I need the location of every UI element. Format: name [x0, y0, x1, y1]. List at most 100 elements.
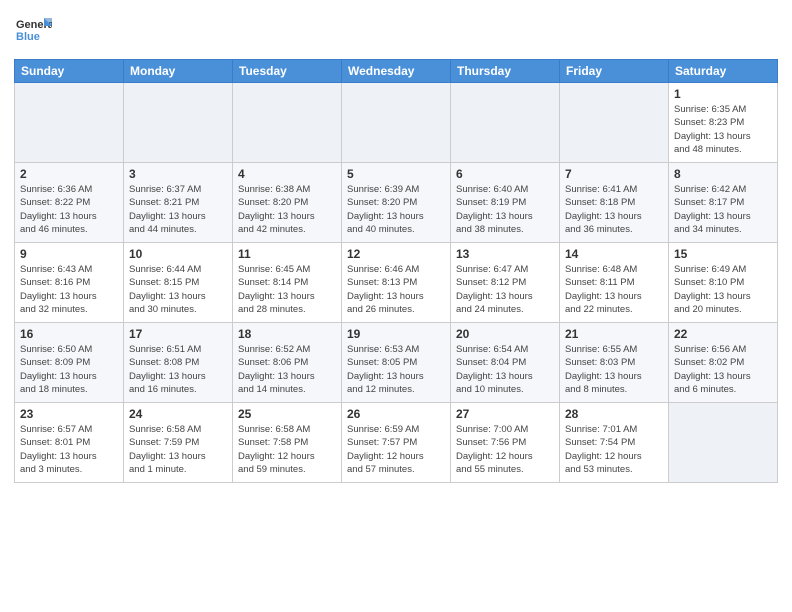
day-number: 28: [565, 407, 663, 421]
day-number: 17: [129, 327, 227, 341]
calendar-cell: 4 Sunrise: 6:38 AM Sunset: 8:20 PM Daylig…: [233, 163, 342, 243]
day-number: 1: [674, 87, 772, 101]
calendar-cell: [451, 83, 560, 163]
day-number: 27: [456, 407, 554, 421]
calendar-week-1: 1 Sunrise: 6:35 AM Sunset: 8:23 PM Daylig…: [15, 83, 778, 163]
col-header-sunday: Sunday: [15, 60, 124, 83]
day-detail: Sunrise: 6:54 AM Sunset: 8:04 PM Dayligh…: [456, 343, 554, 396]
day-detail: Sunrise: 6:56 AM Sunset: 8:02 PM Dayligh…: [674, 343, 772, 396]
col-header-friday: Friday: [560, 60, 669, 83]
day-number: 24: [129, 407, 227, 421]
day-number: 5: [347, 167, 445, 181]
day-number: 15: [674, 247, 772, 261]
day-detail: Sunrise: 6:42 AM Sunset: 8:17 PM Dayligh…: [674, 183, 772, 236]
calendar-cell: 21 Sunrise: 6:55 AM Sunset: 8:03 PM Dayli…: [560, 323, 669, 403]
day-number: 2: [20, 167, 118, 181]
calendar-cell: 7 Sunrise: 6:41 AM Sunset: 8:18 PM Daylig…: [560, 163, 669, 243]
day-detail: Sunrise: 6:45 AM Sunset: 8:14 PM Dayligh…: [238, 263, 336, 316]
day-detail: Sunrise: 6:39 AM Sunset: 8:20 PM Dayligh…: [347, 183, 445, 236]
calendar-cell: 17 Sunrise: 6:51 AM Sunset: 8:08 PM Dayli…: [124, 323, 233, 403]
calendar-cell: 24 Sunrise: 6:58 AM Sunset: 7:59 PM Dayli…: [124, 403, 233, 483]
day-number: 26: [347, 407, 445, 421]
day-number: 14: [565, 247, 663, 261]
calendar-cell: 11 Sunrise: 6:45 AM Sunset: 8:14 PM Dayli…: [233, 243, 342, 323]
calendar-cell: [342, 83, 451, 163]
day-number: 9: [20, 247, 118, 261]
day-number: 4: [238, 167, 336, 181]
day-detail: Sunrise: 7:00 AM Sunset: 7:56 PM Dayligh…: [456, 423, 554, 476]
calendar-cell: [233, 83, 342, 163]
day-detail: Sunrise: 6:48 AM Sunset: 8:11 PM Dayligh…: [565, 263, 663, 316]
day-detail: Sunrise: 6:40 AM Sunset: 8:19 PM Dayligh…: [456, 183, 554, 236]
day-detail: Sunrise: 6:58 AM Sunset: 7:59 PM Dayligh…: [129, 423, 227, 476]
day-detail: Sunrise: 6:49 AM Sunset: 8:10 PM Dayligh…: [674, 263, 772, 316]
calendar-cell: 1 Sunrise: 6:35 AM Sunset: 8:23 PM Daylig…: [669, 83, 778, 163]
day-detail: Sunrise: 6:46 AM Sunset: 8:13 PM Dayligh…: [347, 263, 445, 316]
day-detail: Sunrise: 6:38 AM Sunset: 8:20 PM Dayligh…: [238, 183, 336, 236]
day-number: 7: [565, 167, 663, 181]
calendar-cell: 8 Sunrise: 6:42 AM Sunset: 8:17 PM Daylig…: [669, 163, 778, 243]
calendar-cell: 9 Sunrise: 6:43 AM Sunset: 8:16 PM Daylig…: [15, 243, 124, 323]
logo-icon: General Blue: [14, 10, 52, 48]
day-detail: Sunrise: 7:01 AM Sunset: 7:54 PM Dayligh…: [565, 423, 663, 476]
day-number: 3: [129, 167, 227, 181]
col-header-tuesday: Tuesday: [233, 60, 342, 83]
calendar-cell: 12 Sunrise: 6:46 AM Sunset: 8:13 PM Dayli…: [342, 243, 451, 323]
day-detail: Sunrise: 6:44 AM Sunset: 8:15 PM Dayligh…: [129, 263, 227, 316]
day-number: 12: [347, 247, 445, 261]
calendar-cell: 18 Sunrise: 6:52 AM Sunset: 8:06 PM Dayli…: [233, 323, 342, 403]
calendar-week-4: 16 Sunrise: 6:50 AM Sunset: 8:09 PM Dayli…: [15, 323, 778, 403]
day-number: 16: [20, 327, 118, 341]
day-detail: Sunrise: 6:52 AM Sunset: 8:06 PM Dayligh…: [238, 343, 336, 396]
col-header-wednesday: Wednesday: [342, 60, 451, 83]
calendar-table: SundayMondayTuesdayWednesdayThursdayFrid…: [14, 59, 778, 483]
day-number: 10: [129, 247, 227, 261]
day-detail: Sunrise: 6:43 AM Sunset: 8:16 PM Dayligh…: [20, 263, 118, 316]
header: General Blue: [14, 10, 778, 53]
calendar-cell: [124, 83, 233, 163]
calendar-cell: 5 Sunrise: 6:39 AM Sunset: 8:20 PM Daylig…: [342, 163, 451, 243]
calendar-cell: 20Sunrise: 6:54 AM Sunset: 8:04 PM Dayli…: [451, 323, 560, 403]
day-number: 18: [238, 327, 336, 341]
day-number: 8: [674, 167, 772, 181]
calendar-cell: [669, 403, 778, 483]
calendar-cell: 27 Sunrise: 7:00 AM Sunset: 7:56 PM Dayli…: [451, 403, 560, 483]
day-number: 19: [347, 327, 445, 341]
calendar-week-2: 2 Sunrise: 6:36 AM Sunset: 8:22 PM Daylig…: [15, 163, 778, 243]
col-header-saturday: Saturday: [669, 60, 778, 83]
calendar-cell: 2 Sunrise: 6:36 AM Sunset: 8:22 PM Daylig…: [15, 163, 124, 243]
day-detail: Sunrise: 6:41 AM Sunset: 8:18 PM Dayligh…: [565, 183, 663, 236]
calendar-cell: 28 Sunrise: 7:01 AM Sunset: 7:54 PM Dayli…: [560, 403, 669, 483]
day-detail: Sunrise: 6:51 AM Sunset: 8:08 PM Dayligh…: [129, 343, 227, 396]
day-detail: Sunrise: 6:57 AM Sunset: 8:01 PM Dayligh…: [20, 423, 118, 476]
day-number: 11: [238, 247, 336, 261]
calendar-cell: 19 Sunrise: 6:53 AM Sunset: 8:05 PM Dayli…: [342, 323, 451, 403]
calendar-week-5: 23 Sunrise: 6:57 AM Sunset: 8:01 PM Dayli…: [15, 403, 778, 483]
svg-text:Blue: Blue: [16, 31, 40, 43]
calendar-header-row: SundayMondayTuesdayWednesdayThursdayFrid…: [15, 60, 778, 83]
calendar-cell: 15 Sunrise: 6:49 AM Sunset: 8:10 PM Dayli…: [669, 243, 778, 323]
day-detail: Sunrise: 6:53 AM Sunset: 8:05 PM Dayligh…: [347, 343, 445, 396]
day-detail: Sunrise: 6:47 AM Sunset: 8:12 PM Dayligh…: [456, 263, 554, 316]
day-number: 13: [456, 247, 554, 261]
day-detail: Sunrise: 6:35 AM Sunset: 8:23 PM Dayligh…: [674, 103, 772, 156]
calendar-cell: 25 Sunrise: 6:58 AM Sunset: 7:58 PM Dayli…: [233, 403, 342, 483]
day-detail: Sunrise: 6:37 AM Sunset: 8:21 PM Dayligh…: [129, 183, 227, 236]
col-header-monday: Monday: [124, 60, 233, 83]
logo: General Blue: [14, 10, 52, 53]
day-number: 6: [456, 167, 554, 181]
calendar-cell: 23 Sunrise: 6:57 AM Sunset: 8:01 PM Dayli…: [15, 403, 124, 483]
day-number: 23: [20, 407, 118, 421]
page-container: General Blue SundayMondayTuesdayWednesda…: [0, 0, 792, 493]
day-detail: Sunrise: 6:59 AM Sunset: 7:57 PM Dayligh…: [347, 423, 445, 476]
calendar-cell: [15, 83, 124, 163]
calendar-cell: 26 Sunrise: 6:59 AM Sunset: 7:57 PM Dayli…: [342, 403, 451, 483]
calendar-cell: 22Sunrise: 6:56 AM Sunset: 8:02 PM Dayli…: [669, 323, 778, 403]
day-detail: Sunrise: 6:58 AM Sunset: 7:58 PM Dayligh…: [238, 423, 336, 476]
calendar-cell: 6 Sunrise: 6:40 AM Sunset: 8:19 PM Daylig…: [451, 163, 560, 243]
day-number: 21: [565, 327, 663, 341]
day-detail: Sunrise: 6:55 AM Sunset: 8:03 PM Dayligh…: [565, 343, 663, 396]
day-detail: Sunrise: 6:50 AM Sunset: 8:09 PM Dayligh…: [20, 343, 118, 396]
day-number: 25: [238, 407, 336, 421]
day-detail: Sunrise: 6:36 AM Sunset: 8:22 PM Dayligh…: [20, 183, 118, 236]
